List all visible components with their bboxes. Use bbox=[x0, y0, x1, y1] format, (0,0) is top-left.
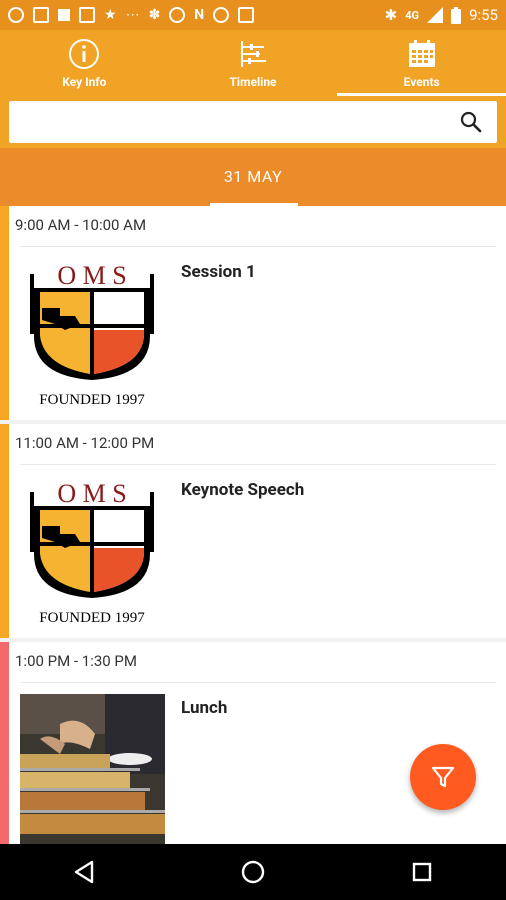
reddit-icon bbox=[169, 7, 186, 23]
back-button[interactable] bbox=[64, 852, 104, 892]
logo-founded: FOUNDED 1997 bbox=[39, 392, 145, 408]
battery-icon bbox=[451, 6, 462, 24]
date-tab-bar: 31 MAY bbox=[0, 148, 506, 206]
dots-icon: ⋯ bbox=[125, 7, 140, 23]
recents-icon bbox=[412, 862, 431, 882]
tab-timeline[interactable]: Timeline bbox=[169, 30, 338, 96]
paw-icon: ✽ bbox=[148, 7, 161, 23]
divider bbox=[20, 682, 496, 683]
divider bbox=[20, 464, 496, 465]
tab-label: Events bbox=[403, 75, 440, 89]
google-icon bbox=[213, 7, 230, 23]
event-stripe bbox=[0, 642, 9, 844]
notification-icons: ★ ⋯ ✽ N bbox=[8, 7, 255, 23]
divider bbox=[20, 246, 496, 247]
gmail-icon bbox=[33, 7, 49, 23]
event-title: Keynote Speech bbox=[181, 480, 305, 500]
search-box bbox=[9, 101, 497, 143]
event-title: Lunch bbox=[181, 698, 228, 718]
signal-icon bbox=[427, 7, 444, 23]
tab-label: Key Info bbox=[62, 75, 107, 89]
event-time: 9:00 AM - 10:00 AM bbox=[15, 216, 147, 234]
logo-letters: O M S bbox=[57, 261, 126, 290]
square-icon bbox=[58, 9, 70, 21]
date-tab[interactable]: 31 MAY bbox=[0, 148, 506, 206]
clock: 9:55 bbox=[469, 6, 498, 24]
logo-founded: FOUNDED 1997 bbox=[39, 610, 145, 626]
system-status: ✱ 4G 9:55 bbox=[385, 6, 498, 24]
star-icon: ★ bbox=[104, 7, 117, 23]
whatsapp-icon bbox=[8, 7, 24, 23]
tab-key-info[interactable]: Key Info bbox=[0, 30, 169, 96]
filter-button[interactable] bbox=[410, 744, 476, 810]
network-type: 4G bbox=[405, 8, 420, 22]
gmail-icon bbox=[79, 7, 95, 23]
event-card[interactable]: 1:00 PM - 1:30 PM Lunch bbox=[0, 642, 506, 844]
event-time: 1:00 PM - 1:30 PM bbox=[15, 652, 137, 670]
top-tab-bar: Key Info Timeline Events bbox=[0, 30, 506, 96]
back-icon bbox=[75, 860, 94, 884]
oms-logo-image: O M S FOUNDED 1997 bbox=[30, 261, 154, 408]
system-nav-bar bbox=[0, 844, 506, 900]
timeline-icon bbox=[241, 41, 266, 67]
search-area bbox=[0, 96, 506, 148]
search-input[interactable] bbox=[9, 101, 429, 143]
status-bar: ★ ⋯ ✽ N ✱ 4G 9:55 bbox=[0, 0, 506, 30]
search-icon[interactable] bbox=[459, 110, 483, 134]
event-time: 11:00 AM - 12:00 PM bbox=[15, 434, 155, 452]
bluetooth-icon: ✱ bbox=[384, 6, 398, 24]
event-stripe bbox=[0, 424, 9, 638]
info-icon bbox=[69, 39, 100, 69]
recents-button[interactable] bbox=[402, 852, 442, 892]
oms-logo-image: O M S FOUNDED 1997 bbox=[30, 479, 154, 626]
event-title: Session 1 bbox=[181, 262, 256, 282]
filter-icon bbox=[431, 766, 455, 788]
buffet-photo bbox=[20, 694, 165, 844]
home-button[interactable] bbox=[233, 852, 273, 892]
news-icon bbox=[238, 7, 255, 23]
event-stripe bbox=[0, 206, 9, 420]
tab-label: Timeline bbox=[229, 75, 277, 89]
event-card[interactable]: 9:00 AM - 10:00 AM O M S FOUNDED 1997 Se… bbox=[0, 206, 506, 420]
n-icon: N bbox=[194, 7, 205, 23]
logo-letters: O M S bbox=[57, 479, 126, 508]
calendar-icon bbox=[408, 40, 435, 67]
event-card[interactable]: 11:00 AM - 12:00 PM O M S FOUNDED 1997 K… bbox=[0, 424, 506, 638]
tab-events[interactable]: Events bbox=[337, 30, 506, 96]
home-icon bbox=[241, 860, 265, 884]
